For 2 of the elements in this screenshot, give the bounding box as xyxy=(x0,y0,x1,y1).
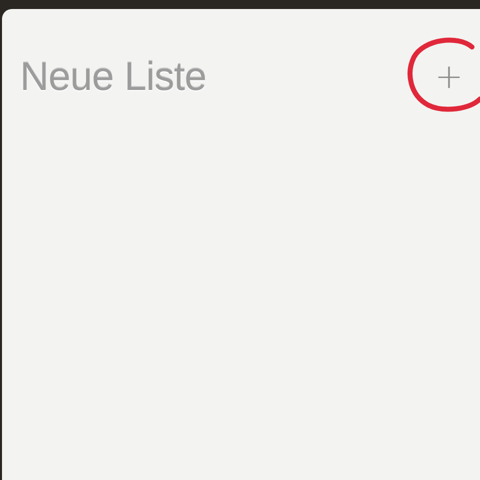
add-button[interactable]: + xyxy=(430,57,468,97)
list-title: Neue Liste xyxy=(20,54,206,100)
